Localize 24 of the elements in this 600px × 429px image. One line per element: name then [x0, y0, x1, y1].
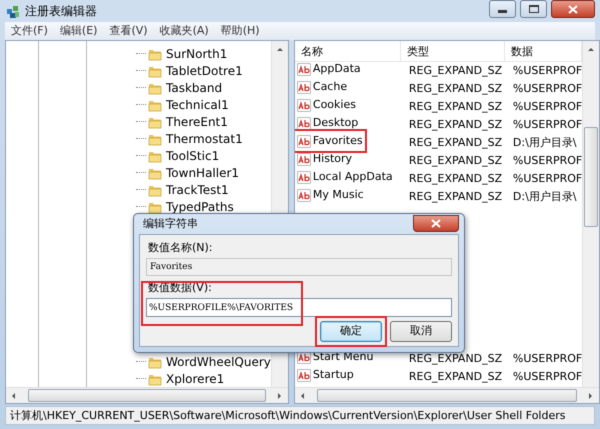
table-cell-text: %USERPROF [512, 170, 582, 187]
table-cell-text: %USERPROF [512, 62, 582, 79]
table-cell-text: %USERPROF [512, 116, 582, 133]
table-cell-text: REG_EXPAND_SZ [408, 152, 504, 169]
table-cell-text: REG_EXPAND_SZ [408, 116, 504, 133]
table-cell-text: REG_EXPAND_SZ [408, 368, 504, 385]
field-label: 数值名称(N): [147, 241, 214, 255]
table-cell-text: REG_EXPAND_SZ [408, 98, 504, 115]
table-cell-text: REG_EXPAND_SZ [408, 134, 504, 151]
table-cell-text: %USERPROF [512, 152, 582, 169]
table-cell-text: %USERPROF [512, 80, 582, 97]
table-cell-text: %USERPROF [512, 368, 582, 385]
table-cell-text: %USERPROF [512, 98, 582, 115]
status-bar: 计算机\HKEY_CURRENT_USER\Software\Microsoft\Windows\CurrentVersion\Explorer\User Shell Folders [5, 406, 595, 425]
table-cell-text: %USERPROF [512, 350, 582, 367]
window-title: 注册表编辑器 [25, 3, 97, 20]
table-cell-text: REG_EXPAND_SZ [408, 188, 504, 205]
table-cell-text: D:\用户目录\ [512, 188, 578, 205]
table-cell-text: D:\用户目录\ [512, 134, 578, 151]
table-cell-text: REG_EXPAND_SZ [408, 170, 504, 187]
dialog-title: 编辑字符串 [142, 216, 198, 232]
table-cell-text: REG_EXPAND_SZ [408, 80, 504, 97]
table-cell-text: REG_EXPAND_SZ [408, 350, 504, 367]
table-cell-text: REG_EXPAND_SZ [408, 62, 504, 79]
